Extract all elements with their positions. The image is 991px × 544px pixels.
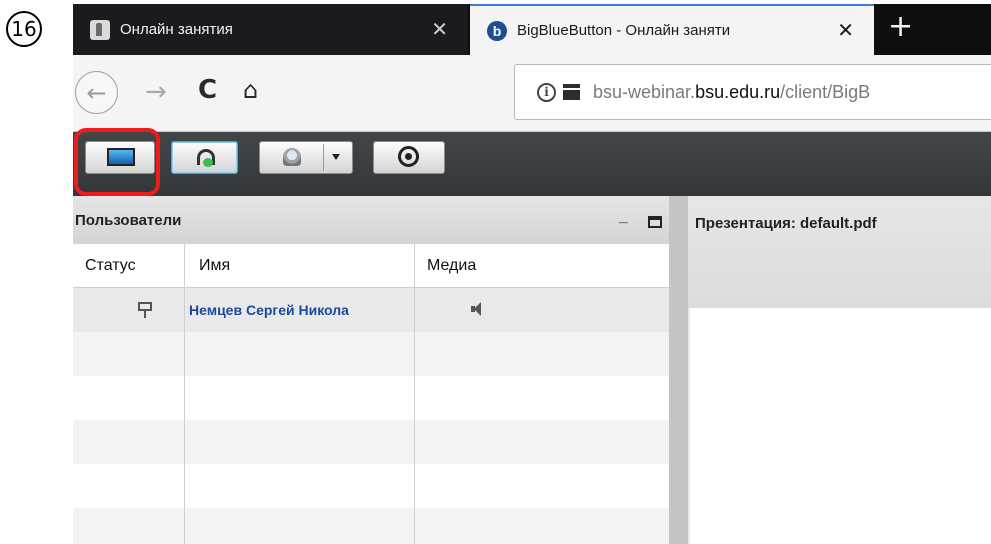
address-bar[interactable]: i bsu-webinar.bsu.edu.ru/client/BigB: [514, 64, 991, 120]
back-arrow-icon[interactable]: ←: [75, 71, 118, 114]
presentation-area[interactable]: [690, 308, 991, 544]
column-header-status[interactable]: Статус: [85, 257, 136, 275]
highlight-annotation: [74, 128, 160, 196]
minimize-icon[interactable]: _: [619, 208, 628, 226]
column-divider: [184, 244, 185, 544]
users-panel: Пользователи _ Статус Имя Медиа Немцев С…: [73, 196, 669, 544]
presentation-panel: Презентация: default.pdf: [688, 196, 991, 544]
column-header-name[interactable]: Имя: [199, 257, 230, 275]
reload-icon[interactable]: C: [198, 75, 217, 105]
url-text[interactable]: bsu-webinar.bsu.edu.ru/client/BigB: [593, 82, 870, 103]
user-name: Немцев Сергей Никола: [189, 302, 349, 318]
table-row[interactable]: Немцев Сергей Никола: [73, 288, 669, 332]
moodle-favicon-icon: [90, 19, 110, 40]
bbb-toolbar: [73, 132, 991, 196]
maximize-icon[interactable]: [648, 216, 662, 228]
chevron-down-icon[interactable]: [332, 154, 340, 160]
tab-close-icon[interactable]: ✕: [431, 20, 448, 40]
browser-tab-strip: Онлайн занятия ✕ b BigBlueButton - Онлай…: [73, 4, 991, 55]
table-header-row: Статус Имя Медиа: [73, 244, 669, 288]
tab-close-icon[interactable]: ✕: [837, 21, 854, 41]
new-tab-icon[interactable]: +: [888, 12, 913, 42]
home-icon[interactable]: ⌂: [243, 76, 258, 104]
forward-arrow-icon[interactable]: →: [145, 77, 167, 107]
button-divider: [323, 144, 324, 171]
presentation-panel-header: Презентация: default.pdf: [688, 196, 991, 308]
bigbluebutton-favicon-icon: b: [487, 20, 507, 41]
step-number-badge: 16: [6, 11, 42, 47]
browser-nav-bar: ← → C ⌂ i bsu-webinar.bsu.edu.ru/client/…: [73, 55, 991, 132]
record-icon: [398, 146, 419, 167]
tab-title: BigBlueButton - Онлайн заняти: [517, 22, 731, 39]
audio-button[interactable]: [171, 141, 238, 174]
empty-row: [73, 508, 669, 544]
tab-online-classes[interactable]: Онлайн занятия ✕: [73, 4, 468, 55]
speaker-icon[interactable]: [471, 302, 481, 316]
empty-row: [73, 332, 669, 376]
page-permissions-icon[interactable]: [563, 84, 580, 100]
empty-row: [73, 420, 669, 464]
users-panel-title: Пользователи: [75, 211, 182, 229]
tab-bigbluebutton[interactable]: b BigBlueButton - Онлайн заняти ✕: [470, 4, 874, 55]
site-info-icon[interactable]: i: [537, 82, 556, 102]
record-button[interactable]: [373, 141, 445, 174]
column-divider: [414, 244, 415, 544]
webcam-button[interactable]: [259, 141, 353, 174]
column-header-media[interactable]: Медиа: [427, 257, 476, 275]
presentation-title: Презентация: default.pdf: [695, 215, 877, 232]
webcam-icon: [283, 148, 301, 166]
users-panel-header: Пользователи _: [73, 196, 669, 244]
users-table: Статус Имя Медиа Немцев Сергей Никола: [73, 244, 669, 544]
headset-icon: [197, 149, 215, 167]
tab-title: Онлайн занятия: [120, 21, 233, 38]
presenter-icon: [137, 300, 153, 318]
